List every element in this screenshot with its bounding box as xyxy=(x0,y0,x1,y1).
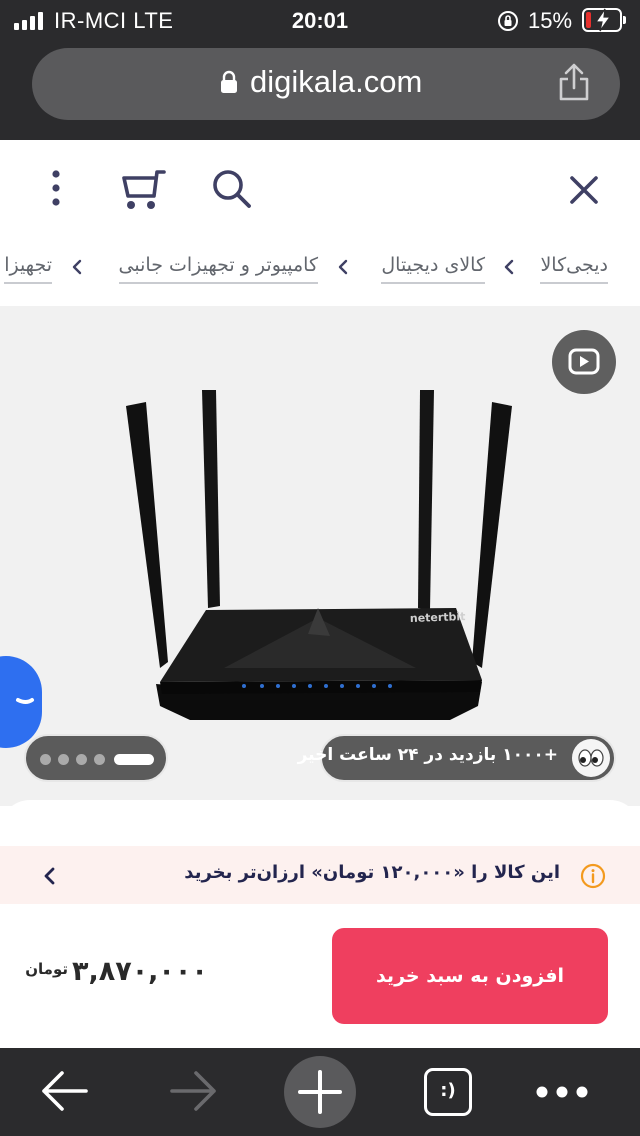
pagination-dot[interactable] xyxy=(76,754,87,765)
pagination-dot-active[interactable] xyxy=(114,754,154,765)
tabs-button[interactable]: :) xyxy=(424,1068,472,1116)
eyes-icon xyxy=(572,739,610,777)
lock-icon xyxy=(221,70,237,93)
router-brand: netertbit xyxy=(410,610,466,625)
site-header xyxy=(0,140,640,236)
image-pagination[interactable] xyxy=(24,734,168,782)
pagination-dot[interactable] xyxy=(94,754,105,765)
browser-toolbar: :) xyxy=(0,1048,640,1136)
screen: IR-MCI LTE 20:01 15% digikala.com xyxy=(0,0,640,1136)
pagination-dot[interactable] xyxy=(40,754,51,765)
chevron-left-icon xyxy=(338,259,348,275)
pagination-dot[interactable] xyxy=(58,754,69,765)
address-text[interactable]: digikala.com xyxy=(250,64,422,100)
back-icon[interactable] xyxy=(38,1068,92,1114)
charging-bolt-icon xyxy=(594,8,612,32)
forward-icon[interactable] xyxy=(166,1068,220,1114)
chevron-left-icon xyxy=(504,259,514,275)
plus-icon xyxy=(298,1070,342,1114)
add-to-cart-button[interactable]: افزودن به سبد خرید xyxy=(332,928,608,1024)
buy-bar: افزودن به سبد خرید ۳,۸۷۰,۰۰۰ تومان xyxy=(0,904,640,1048)
share-icon[interactable] xyxy=(556,62,592,102)
battery-icon xyxy=(582,8,626,32)
breadcrumb-item-equipment[interactable]: تجهیزا xyxy=(4,252,52,284)
chevron-left-icon[interactable] xyxy=(42,864,58,888)
more-vertical-icon[interactable] xyxy=(36,168,76,208)
battery-fill xyxy=(586,12,591,28)
more-horizontal-icon[interactable] xyxy=(534,1082,590,1102)
breadcrumb-item-computer[interactable]: کامپیوتر و تجهیزات جانبی xyxy=(118,252,318,284)
play-video-icon xyxy=(568,348,600,375)
address-bar[interactable]: digikala.com xyxy=(32,48,620,120)
cheaper-offer-text: این کالا را «۱۲۰,۰۰۰ تومان» ارزان‌تر بخر… xyxy=(184,862,560,883)
price-currency: تومان xyxy=(25,960,68,978)
new-tab-button[interactable] xyxy=(284,1056,356,1128)
product-gallery[interactable]: netertbit +۱۰۰۰ بازدید در ۲۴ ساعت اخیر xyxy=(0,306,640,806)
chevron-left-icon xyxy=(72,259,82,275)
views-text: +۱۰۰۰ بازدید در ۲۴ ساعت اخیر xyxy=(297,745,558,765)
product-price: ۳,۸۷۰,۰۰۰ xyxy=(72,956,208,987)
browser-top-chrome: IR-MCI LTE 20:01 15% digikala.com xyxy=(0,0,640,140)
cart-icon[interactable] xyxy=(118,166,170,212)
video-button[interactable] xyxy=(552,330,616,394)
product-sheet-top xyxy=(0,800,640,846)
info-icon xyxy=(580,863,606,889)
cheaper-offer-banner[interactable]: این کالا را «۱۲۰,۰۰۰ تومان» ارزان‌تر بخر… xyxy=(0,846,640,904)
close-icon[interactable] xyxy=(562,170,606,210)
search-icon[interactable] xyxy=(208,166,256,210)
product-image: netertbit xyxy=(126,390,512,720)
status-bar: IR-MCI LTE 20:01 15% xyxy=(0,0,640,42)
breadcrumb: دیجی‌کالا کالای دیجیتال کامپیوتر و تجهیز… xyxy=(0,236,640,300)
rotation-lock-icon xyxy=(498,11,518,31)
breadcrumb-item-digital[interactable]: کالای دیجیتال xyxy=(381,252,485,284)
views-badge: +۱۰۰۰ بازدید در ۲۴ ساعت اخیر xyxy=(298,734,616,782)
battery-percent: 15% xyxy=(528,8,573,33)
breadcrumb-item-digikala[interactable]: دیجی‌کالا xyxy=(540,252,608,284)
chat-float-button[interactable] xyxy=(0,656,42,748)
chat-icon xyxy=(16,698,34,704)
